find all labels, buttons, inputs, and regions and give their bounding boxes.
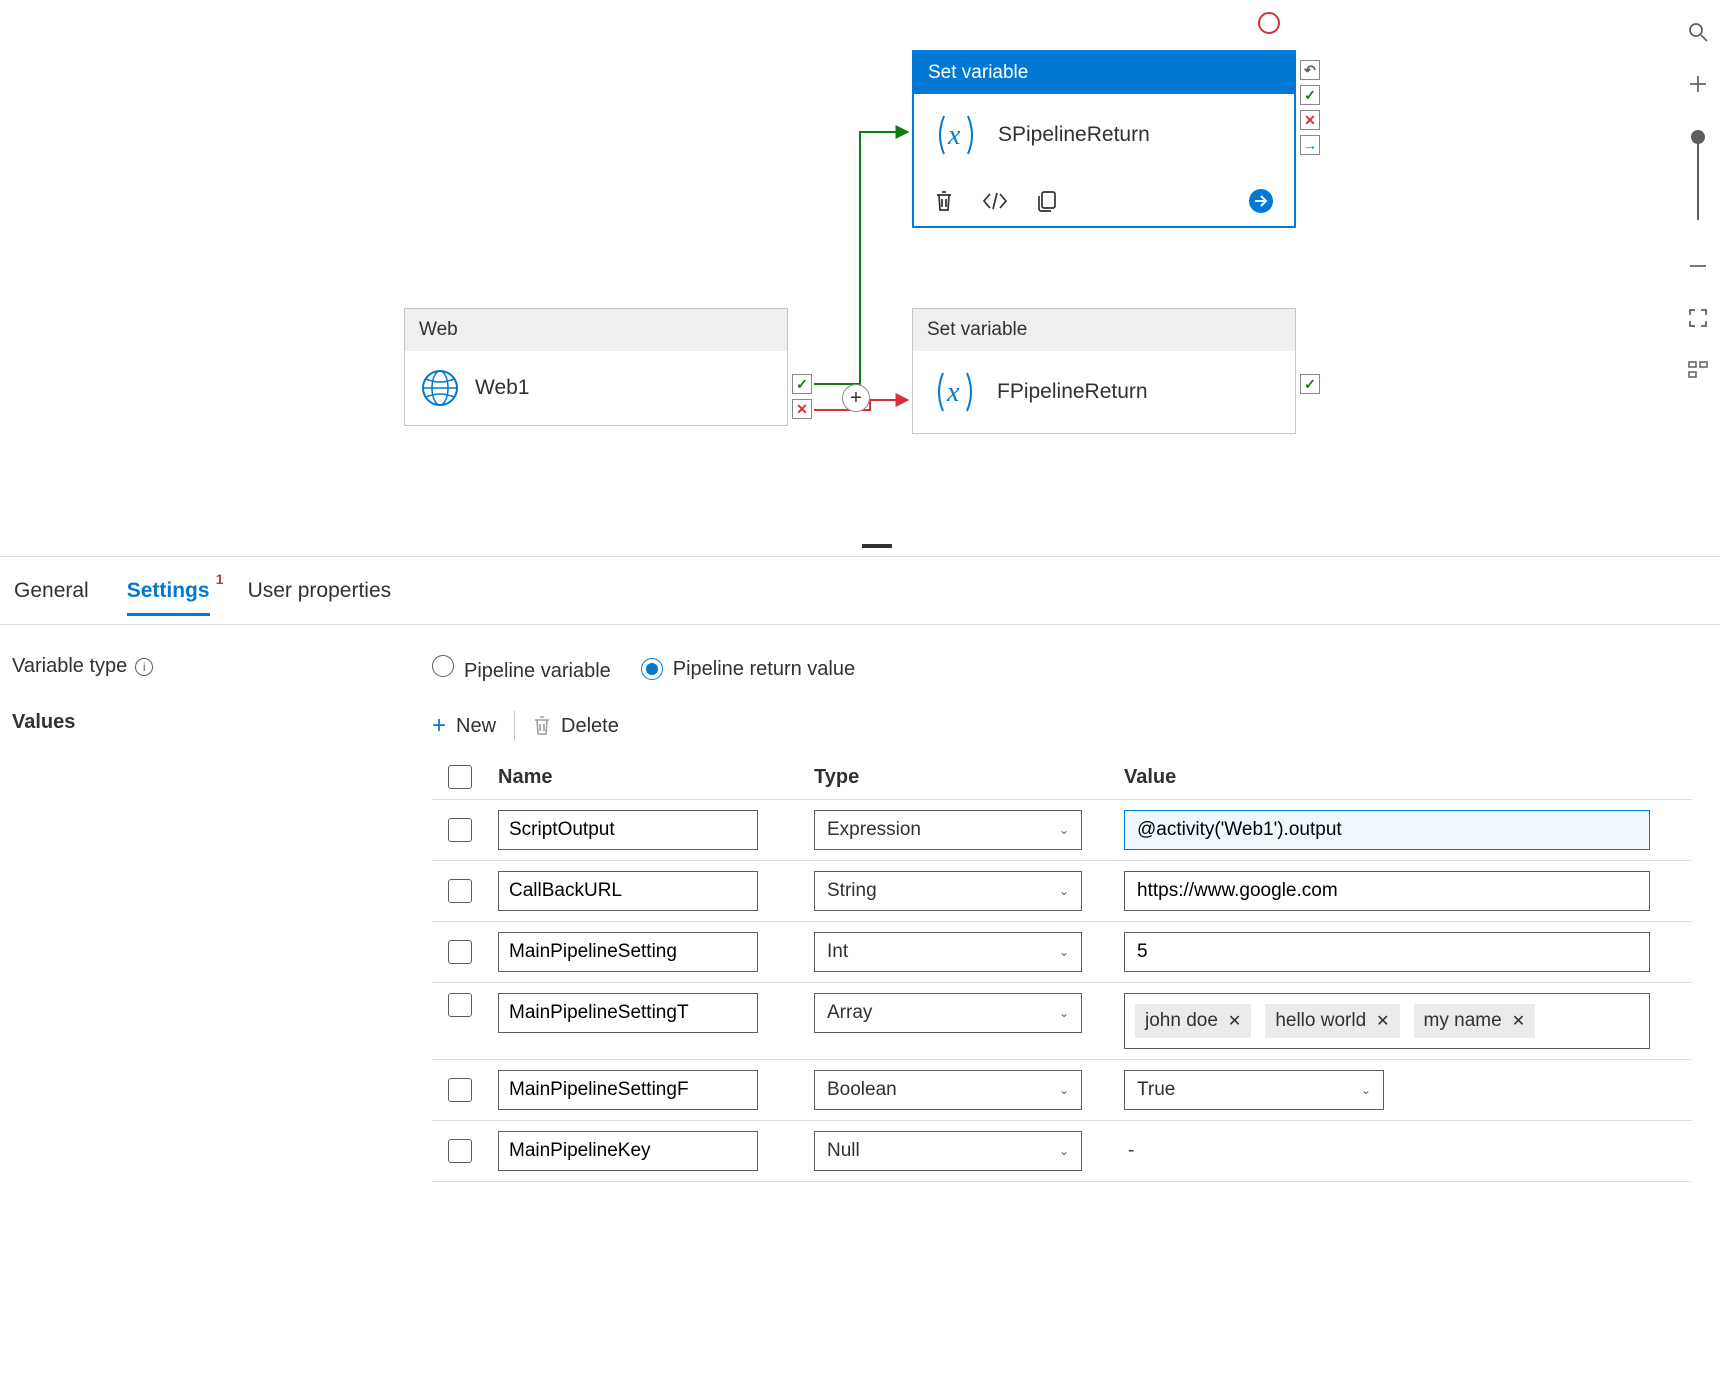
table-row: Array⌄ john doe✕ hello world✕ my name✕ bbox=[432, 983, 1692, 1060]
column-header-value[interactable]: Value bbox=[1124, 766, 1692, 789]
array-value-input[interactable]: john doe✕ hello world✕ my name✕ bbox=[1124, 993, 1650, 1049]
name-input[interactable] bbox=[498, 1131, 758, 1171]
panel-resize-handle[interactable] bbox=[862, 544, 892, 548]
svg-text:x: x bbox=[947, 120, 961, 151]
success-handle-icon[interactable]: ✓ bbox=[1300, 374, 1320, 394]
type-select[interactable]: String⌄ bbox=[814, 871, 1082, 911]
activity-header: Set variable bbox=[914, 52, 1294, 94]
completion-handle-icon[interactable]: ↶ bbox=[1300, 60, 1320, 80]
table-row: Null⌄ - bbox=[432, 1121, 1692, 1182]
name-input[interactable] bbox=[498, 810, 758, 850]
type-select[interactable]: Expression⌄ bbox=[814, 810, 1082, 850]
zoom-slider[interactable] bbox=[1697, 130, 1699, 220]
properties-panel: General Settings 1 User properties Varia… bbox=[0, 556, 1720, 1384]
value-input[interactable] bbox=[1124, 871, 1650, 911]
canvas-toolbar bbox=[1676, 20, 1720, 382]
type-select[interactable]: Int⌄ bbox=[814, 932, 1082, 972]
tab-bar: General Settings 1 User properties bbox=[0, 557, 1720, 625]
layout-icon[interactable] bbox=[1686, 358, 1710, 382]
activity-name: FPipelineReturn bbox=[997, 380, 1148, 404]
connector-handles-setvar-f[interactable]: ✓ bbox=[1300, 374, 1320, 394]
activity-node-setvar-s[interactable]: Set variable x SPipelineReturn bbox=[912, 50, 1296, 228]
activity-name: Web1 bbox=[475, 376, 529, 400]
tag-chip: john doe✕ bbox=[1135, 1004, 1251, 1038]
tag-chip: hello world✕ bbox=[1265, 1004, 1399, 1038]
select-all-checkbox[interactable] bbox=[448, 765, 472, 789]
row-checkbox[interactable] bbox=[448, 993, 472, 1017]
tab-general[interactable]: General bbox=[14, 579, 89, 616]
row-checkbox[interactable] bbox=[448, 1078, 472, 1102]
radio-pipeline-variable[interactable]: Pipeline variable bbox=[432, 655, 611, 683]
tab-settings[interactable]: Settings 1 bbox=[127, 579, 210, 616]
code-icon[interactable] bbox=[982, 192, 1008, 210]
name-input[interactable] bbox=[498, 932, 758, 972]
name-input[interactable] bbox=[498, 993, 758, 1033]
null-value: - bbox=[1124, 1140, 1134, 1161]
value-select[interactable]: True⌄ bbox=[1124, 1070, 1384, 1110]
value-input[interactable] bbox=[1124, 810, 1650, 850]
radio-pipeline-return[interactable]: Pipeline return value bbox=[641, 658, 855, 681]
activity-name: SPipelineReturn bbox=[998, 123, 1150, 147]
activity-node-setvar-f[interactable]: Set variable x FPipelineReturn bbox=[912, 308, 1296, 434]
table-row: String⌄ bbox=[432, 861, 1692, 922]
table-row: Int⌄ bbox=[432, 922, 1692, 983]
skip-handle-icon[interactable]: → bbox=[1300, 135, 1320, 155]
table-row: Expression⌄ bbox=[432, 800, 1692, 861]
type-select[interactable]: Array⌄ bbox=[814, 993, 1082, 1033]
values-grid: Name Type Value Expression⌄ bbox=[432, 755, 1692, 1182]
column-header-name[interactable]: Name bbox=[498, 766, 804, 789]
pipeline-canvas[interactable]: Web Web1 ✓ ✕ Set variable x SPipelineRet… bbox=[0, 0, 1720, 556]
tag-chip: my name✕ bbox=[1414, 1004, 1536, 1038]
info-icon[interactable]: i bbox=[135, 658, 153, 676]
row-checkbox[interactable] bbox=[448, 1139, 472, 1163]
table-row: Boolean⌄ True⌄ bbox=[432, 1060, 1692, 1121]
activity-header: Set variable bbox=[913, 309, 1295, 351]
search-icon[interactable] bbox=[1686, 20, 1710, 44]
add-activity-button[interactable]: + bbox=[842, 384, 870, 412]
failure-handle-icon[interactable]: ✕ bbox=[792, 399, 812, 419]
row-checkbox[interactable] bbox=[448, 818, 472, 842]
zoom-in-icon[interactable] bbox=[1686, 72, 1710, 96]
type-select[interactable]: Null⌄ bbox=[814, 1131, 1082, 1171]
success-handle-icon[interactable]: ✓ bbox=[1300, 85, 1320, 105]
name-input[interactable] bbox=[498, 1070, 758, 1110]
error-badge: 1 bbox=[216, 571, 224, 587]
connector-handles-setvar-s[interactable]: ↶ ✓ ✕ → bbox=[1300, 60, 1320, 155]
name-input[interactable] bbox=[498, 871, 758, 911]
failure-handle-icon[interactable]: ✕ bbox=[1300, 110, 1320, 130]
value-input[interactable] bbox=[1124, 932, 1650, 972]
variable-type-label: Variable type i bbox=[12, 655, 432, 678]
trash-icon bbox=[533, 716, 551, 736]
success-handle-icon[interactable]: ✓ bbox=[792, 374, 812, 394]
delete-button[interactable]: Delete bbox=[533, 715, 619, 738]
type-select[interactable]: Boolean⌄ bbox=[814, 1070, 1082, 1110]
connector-handles-web1[interactable]: ✓ ✕ bbox=[792, 374, 812, 419]
activity-node-web1[interactable]: Web Web1 bbox=[404, 308, 788, 426]
row-checkbox[interactable] bbox=[448, 879, 472, 903]
tab-user-properties[interactable]: User properties bbox=[248, 579, 392, 616]
globe-icon bbox=[421, 369, 459, 407]
activity-header: Web bbox=[405, 309, 787, 351]
copy-icon[interactable] bbox=[1036, 190, 1058, 212]
column-header-type[interactable]: Type bbox=[814, 766, 1114, 789]
validation-error-indicator[interactable] bbox=[1258, 12, 1280, 34]
trash-icon[interactable] bbox=[934, 190, 954, 212]
close-icon[interactable]: ✕ bbox=[1512, 1011, 1525, 1031]
row-checkbox[interactable] bbox=[448, 940, 472, 964]
fit-icon[interactable] bbox=[1686, 306, 1710, 330]
values-label: Values bbox=[12, 711, 432, 734]
close-icon[interactable]: ✕ bbox=[1376, 1011, 1389, 1031]
close-icon[interactable]: ✕ bbox=[1228, 1011, 1241, 1031]
run-arrow-icon[interactable] bbox=[1248, 188, 1274, 214]
svg-text:x: x bbox=[946, 377, 960, 408]
variable-icon: x bbox=[930, 112, 982, 158]
new-button[interactable]: +New bbox=[432, 712, 496, 740]
variable-icon: x bbox=[929, 369, 981, 415]
zoom-out-icon[interactable] bbox=[1686, 254, 1710, 278]
